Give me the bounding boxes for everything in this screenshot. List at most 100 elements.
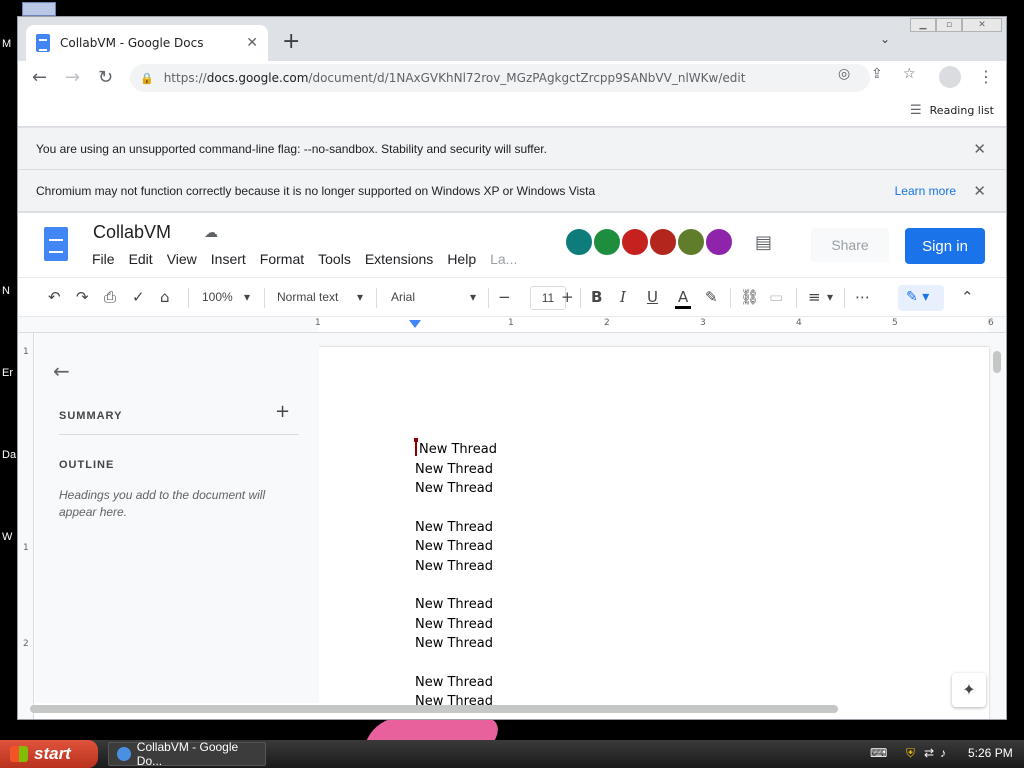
- document-body[interactable]: New Thread New Thread New Thread New Thr…: [414, 438, 497, 712]
- font-select[interactable]: Arial: [391, 290, 415, 304]
- avatar[interactable]: [592, 227, 622, 257]
- document-line[interactable]: New Thread: [415, 537, 497, 557]
- sign-in-button[interactable]: Sign in: [905, 228, 985, 264]
- desktop-label[interactable]: Da: [2, 449, 16, 461]
- volume-icon[interactable]: ♪: [940, 746, 946, 760]
- redo-icon[interactable]: ↷: [76, 288, 89, 306]
- reading-list-button[interactable]: ☰ Reading list: [910, 103, 994, 118]
- back-arrow-icon[interactable]: ←: [53, 359, 70, 383]
- close-icon[interactable]: ✕: [973, 140, 986, 158]
- decrease-font-icon[interactable]: −: [498, 288, 511, 306]
- document-line[interactable]: New Thread: [414, 438, 497, 460]
- forward-icon[interactable]: →: [65, 67, 80, 88]
- spellcheck-icon[interactable]: ✓: [132, 288, 145, 306]
- increase-font-icon[interactable]: +: [561, 288, 574, 306]
- security-shield-icon[interactable]: ⛨: [906, 746, 915, 761]
- share-icon[interactable]: ⇪: [871, 66, 883, 82]
- more-icon[interactable]: ⋯: [855, 288, 870, 306]
- add-comment-icon[interactable]: ▭: [769, 288, 783, 306]
- document-line[interactable]: New Thread: [415, 460, 497, 480]
- menu-help[interactable]: Help: [447, 251, 476, 267]
- learn-more-link[interactable]: Learn more: [895, 184, 956, 198]
- avatar[interactable]: [648, 227, 678, 257]
- docs-logo-icon[interactable]: [44, 227, 68, 261]
- document-canvas[interactable]: New Thread New Thread New Thread New Thr…: [319, 333, 1005, 719]
- document-line[interactable]: New Thread: [415, 595, 497, 615]
- avatar[interactable]: [564, 227, 594, 257]
- text-color-icon[interactable]: A: [675, 288, 692, 309]
- bold-icon[interactable]: B: [591, 288, 602, 306]
- menu-edit[interactable]: Edit: [129, 251, 153, 267]
- cloud-saved-icon[interactable]: ☁: [204, 225, 218, 241]
- menu-extensions[interactable]: Extensions: [365, 251, 433, 267]
- back-icon[interactable]: ←: [32, 67, 47, 88]
- menu-format[interactable]: Format: [260, 251, 304, 267]
- document-line[interactable]: New Thread: [415, 557, 497, 577]
- undo-icon[interactable]: ↶: [48, 288, 61, 306]
- desktop-label[interactable]: Er: [2, 367, 13, 379]
- vertical-ruler[interactable]: 1 1 2: [18, 333, 34, 719]
- highlight-icon[interactable]: ✎: [705, 288, 718, 306]
- chevron-down-icon[interactable]: ▾: [244, 290, 250, 304]
- explore-icon[interactable]: ✦: [952, 673, 986, 707]
- lock-icon[interactable]: 🔒: [140, 72, 154, 85]
- comment-history-icon[interactable]: ▤: [755, 232, 772, 253]
- maximize-icon[interactable]: ▫: [936, 18, 962, 32]
- avatar[interactable]: [704, 227, 734, 257]
- close-icon[interactable]: ✕: [973, 182, 986, 200]
- address-bar[interactable]: 🔒 https://docs.google.com/document/d/1NA…: [130, 64, 870, 92]
- link-icon[interactable]: ⛓: [740, 288, 759, 306]
- document-line[interactable]: New Thread: [415, 634, 497, 654]
- collapse-menu-icon[interactable]: ⌃: [961, 288, 974, 306]
- indent-marker[interactable]: [409, 320, 421, 328]
- style-select[interactable]: Normal text: [277, 290, 338, 304]
- start-button[interactable]: start: [0, 740, 98, 768]
- chevron-down-icon[interactable]: ▾: [470, 290, 476, 304]
- close-tab-icon[interactable]: ✕: [246, 35, 258, 51]
- menu-icon[interactable]: ⋮: [978, 67, 994, 86]
- tracking-eye-icon[interactable]: ◎: [838, 66, 850, 82]
- document-line[interactable]: [415, 499, 497, 518]
- align-icon[interactable]: ≡: [808, 288, 821, 306]
- desktop-label[interactable]: M: [2, 38, 11, 50]
- print-icon[interactable]: ⎙: [104, 288, 116, 306]
- document-line[interactable]: New Thread: [415, 479, 497, 499]
- menu-insert[interactable]: Insert: [211, 251, 246, 267]
- italic-icon[interactable]: I: [620, 288, 626, 306]
- tab-collabvm[interactable]: CollabVM - Google Docs ✕: [26, 25, 268, 61]
- zoom-select[interactable]: 100%: [202, 290, 233, 304]
- menu-last-edit[interactable]: La...: [490, 251, 517, 267]
- tab-search-icon[interactable]: ⌄: [880, 32, 890, 46]
- chevron-down-icon[interactable]: ▾: [827, 290, 833, 304]
- keyboard-icon[interactable]: ⌨: [870, 746, 887, 760]
- share-button[interactable]: Share: [811, 228, 889, 262]
- desktop-label[interactable]: N: [2, 285, 10, 297]
- paint-format-icon[interactable]: ⌂: [160, 288, 170, 306]
- horizontal-scrollbar[interactable]: [30, 705, 838, 713]
- document-line[interactable]: [415, 576, 497, 595]
- document-line[interactable]: New Thread: [415, 673, 497, 693]
- bookmark-star-icon[interactable]: ☆: [903, 66, 916, 82]
- menu-file[interactable]: File: [92, 251, 115, 267]
- minimize-icon[interactable]: ▁: [910, 18, 936, 32]
- document-page[interactable]: New Thread New Thread New Thread New Thr…: [319, 347, 989, 719]
- document-title[interactable]: CollabVM: [93, 222, 171, 243]
- reload-icon[interactable]: ↻: [98, 67, 113, 88]
- menu-tools[interactable]: Tools: [318, 251, 351, 267]
- avatar[interactable]: [620, 227, 650, 257]
- underline-icon[interactable]: U: [647, 288, 658, 306]
- url-text[interactable]: https://docs.google.com/document/d/1NAxG…: [164, 71, 746, 85]
- vertical-scrollbar[interactable]: [993, 351, 1001, 373]
- document-line[interactable]: [415, 654, 497, 673]
- network-icon[interactable]: ⇄: [924, 746, 934, 760]
- desktop-label[interactable]: W: [2, 531, 12, 543]
- taskbar-item-chromium[interactable]: CollabVM - Google Do...: [108, 740, 266, 768]
- close-window-icon[interactable]: ✕: [962, 18, 1002, 32]
- document-line[interactable]: New Thread: [415, 615, 497, 635]
- avatar[interactable]: [676, 227, 706, 257]
- chevron-down-icon[interactable]: ▾: [357, 290, 363, 304]
- add-summary-icon[interactable]: +: [275, 401, 290, 422]
- profile-icon[interactable]: [939, 66, 961, 88]
- horizontal-ruler[interactable]: 1 1 1 2 3 4 5 6: [18, 317, 1006, 333]
- editing-mode-button[interactable]: ✎ ▾: [898, 285, 944, 311]
